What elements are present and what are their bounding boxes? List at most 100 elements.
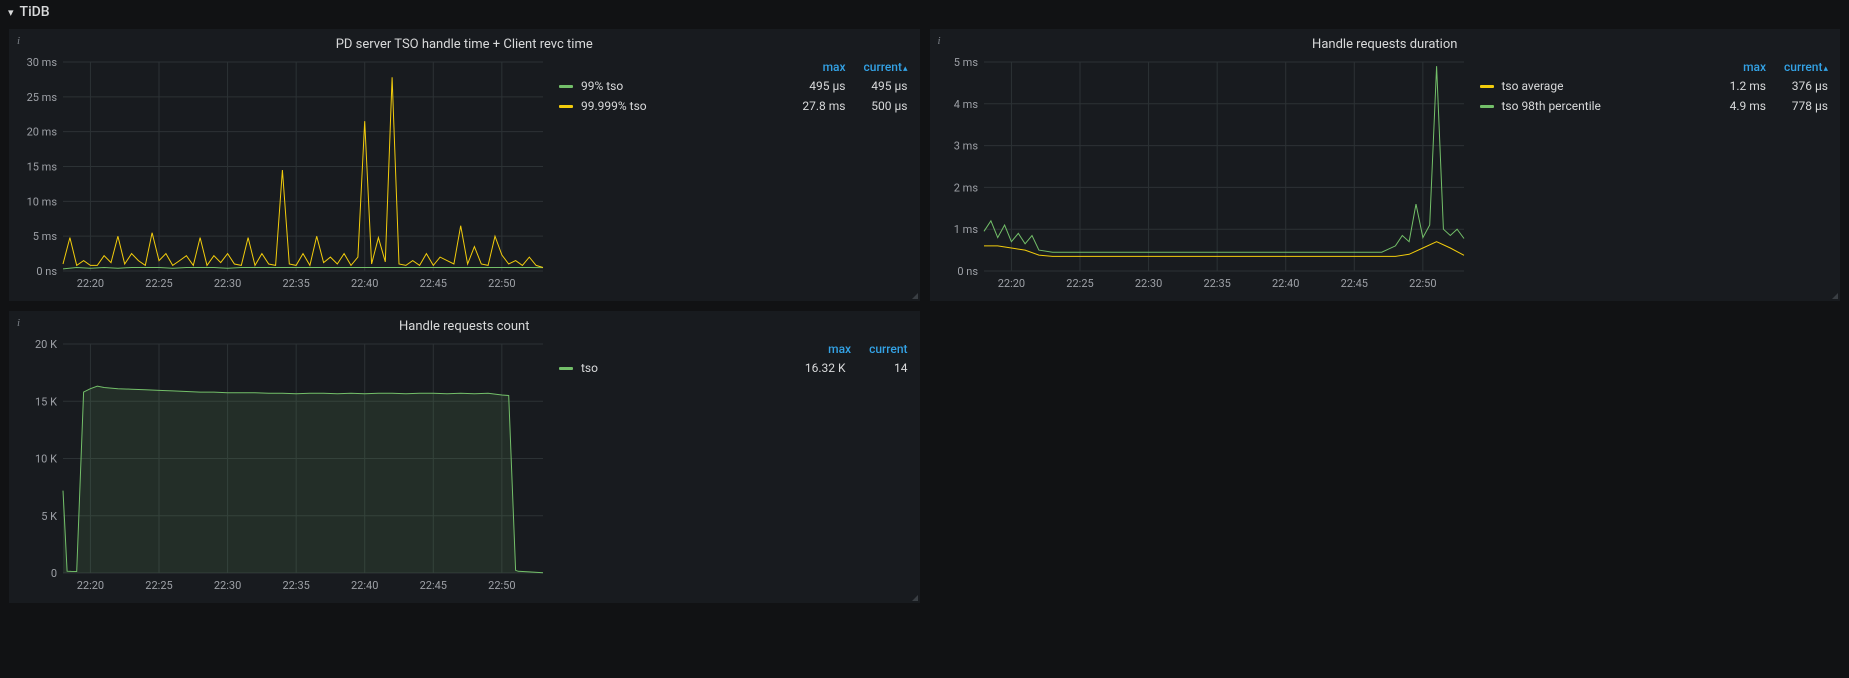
x-tick-label: 22:20 (997, 277, 1024, 290)
y-tick-label: 1 ms (953, 223, 978, 236)
legend-series-name: tso (581, 361, 784, 375)
legend-row[interactable]: 99.999% tso 27.8 ms 500 µs (555, 96, 912, 116)
legend-col-current[interactable]: current▴ (864, 60, 908, 74)
legend-col-current[interactable]: current▴ (1784, 60, 1828, 74)
resize-handle[interactable] (912, 293, 918, 299)
legend-swatch (1480, 105, 1494, 108)
sort-asc-icon: ▴ (903, 64, 908, 74)
panel-title[interactable]: Handle requests duration (938, 33, 1833, 58)
x-tick-label: 22:20 (77, 277, 104, 290)
series-line (63, 268, 543, 269)
x-tick-label: 22:25 (145, 277, 172, 290)
panel: iPD server TSO handle time + Client revc… (8, 28, 921, 302)
legend-swatch (559, 367, 573, 370)
section-title: TiDB (20, 4, 50, 20)
panel-title[interactable]: PD server TSO handle time + Client revc … (17, 33, 912, 58)
y-tick-label: 0 (51, 567, 57, 580)
chart-area[interactable]: 0 ns 5 ms 10 ms 15 ms 20 ms 25 ms 30 ms 22:20 22… (17, 58, 547, 293)
y-tick-label: 0 ns (36, 265, 57, 278)
panel-body: 05 K10 K15 K20 K22:2022:2522:3022:3522:4… (17, 340, 912, 595)
legend-row[interactable]: 99% tso 495 µs 495 µs (555, 76, 912, 96)
y-tick-label: 10 K (35, 453, 57, 466)
x-tick-label: 22:35 (1203, 277, 1230, 290)
y-tick-label: 15 ms (27, 161, 58, 174)
x-tick-label: 22:45 (420, 277, 447, 290)
legend-header: max current▴ (1476, 58, 1833, 76)
legend-col-max[interactable]: max (823, 60, 846, 74)
x-tick-label: 22:45 (1340, 277, 1367, 290)
sort-asc-icon: ▴ (1823, 64, 1828, 74)
legend-col-max[interactable]: max (1743, 60, 1766, 74)
resize-handle[interactable] (1832, 293, 1838, 299)
x-tick-label: 22:45 (420, 579, 447, 592)
chart-area[interactable]: 0 ns1 ms2 ms3 ms4 ms5 ms22:2022:2522:302… (938, 58, 1468, 293)
legend-series-max: 495 µs (792, 79, 846, 93)
x-tick-label: 22:20 (77, 579, 104, 592)
y-tick-label: 0 ns (957, 265, 978, 278)
y-tick-label: 10 ms (27, 195, 58, 208)
x-tick-label: 22:50 (1409, 277, 1436, 290)
x-tick-label: 22:35 (282, 277, 309, 290)
legend-series-name: tso 98th percentile (1502, 99, 1705, 113)
x-tick-label: 22:30 (214, 277, 241, 290)
y-tick-label: 5 ms (953, 58, 978, 69)
info-icon[interactable]: i (17, 35, 20, 47)
series-area (63, 386, 543, 573)
legend-series-name: 99% tso (581, 79, 784, 93)
y-tick-label: 5 ms (33, 230, 58, 243)
panel-title[interactable]: Handle requests count (17, 315, 912, 340)
x-tick-label: 22:35 (282, 579, 309, 592)
panel-body: 0 ns 5 ms 10 ms 15 ms 20 ms 25 ms 30 ms 22:20 22… (17, 58, 912, 293)
info-icon[interactable]: i (17, 317, 20, 329)
legend-row[interactable]: tso 98th percentile 4.9 ms 778 µs (1476, 96, 1833, 116)
panel-body: 0 ns1 ms2 ms3 ms4 ms5 ms22:2022:2522:302… (938, 58, 1833, 293)
legend-series-current: 376 µs (1774, 79, 1828, 93)
y-tick-label: 5 K (41, 510, 57, 523)
y-tick-label: 3 ms (953, 140, 978, 153)
panels-grid: iPD server TSO handle time + Client revc… (0, 24, 1849, 612)
legend-series-max: 1.2 ms (1712, 79, 1766, 93)
y-tick-label: 20 ms (27, 126, 58, 139)
y-tick-label: 30 ms (27, 58, 58, 69)
x-tick-label: 22:50 (488, 277, 515, 290)
x-tick-label: 22:25 (1066, 277, 1093, 290)
legend-series-current: 495 µs (854, 79, 908, 93)
y-tick-label: 25 ms (27, 91, 58, 104)
legend-header: max current (555, 340, 912, 358)
section-header[interactable]: ▾ TiDB (0, 0, 1849, 24)
legend-series-name: 99.999% tso (581, 99, 784, 113)
series-line (63, 77, 543, 267)
panel: iHandle requests count05 K10 K15 K20 K22… (8, 310, 921, 604)
legend-col-current[interactable]: current (869, 342, 907, 356)
chart-svg[interactable]: 0 ns1 ms2 ms3 ms4 ms5 ms22:2022:2522:302… (938, 58, 1468, 293)
legend-row[interactable]: tso 16.32 K 14 (555, 358, 912, 378)
info-icon[interactable]: i (938, 35, 941, 47)
resize-handle[interactable] (912, 595, 918, 601)
legend-series-max: 27.8 ms (792, 99, 846, 113)
legend-row[interactable]: tso average 1.2 ms 376 µs (1476, 76, 1833, 96)
y-tick-label: 4 ms (953, 98, 978, 111)
legend-series-max: 4.9 ms (1712, 99, 1766, 113)
legend-header: max current▴ (555, 58, 912, 76)
legend: max current tso 16.32 K 14 (555, 340, 912, 595)
x-tick-label: 22:25 (145, 579, 172, 592)
series-line (984, 242, 1464, 257)
legend-swatch (1480, 85, 1494, 88)
chart-svg[interactable]: 05 K10 K15 K20 K22:2022:2522:3022:3522:4… (17, 340, 547, 595)
y-tick-label: 20 K (35, 340, 57, 351)
legend: max current▴ 99% tso 495 µs 495 µs 99.999% ts… (555, 58, 912, 293)
x-tick-label: 22:40 (351, 277, 378, 290)
legend-series-max: 16.32 K (792, 361, 846, 375)
series-line (984, 66, 1464, 252)
chart-area[interactable]: 05 K10 K15 K20 K22:2022:2522:3022:3522:4… (17, 340, 547, 595)
x-tick-label: 22:50 (488, 579, 515, 592)
x-tick-label: 22:30 (214, 579, 241, 592)
legend-series-current: 778 µs (1774, 99, 1828, 113)
legend-series-name: tso average (1502, 79, 1705, 93)
legend-series-current: 500 µs (854, 99, 908, 113)
legend-series-current: 14 (854, 361, 908, 375)
legend-col-max[interactable]: max (828, 342, 851, 356)
x-tick-label: 22:30 (1134, 277, 1161, 290)
chart-svg[interactable]: 0 ns 5 ms 10 ms 15 ms 20 ms 25 ms 30 ms 22:20 22… (17, 58, 547, 293)
legend-swatch (559, 105, 573, 108)
